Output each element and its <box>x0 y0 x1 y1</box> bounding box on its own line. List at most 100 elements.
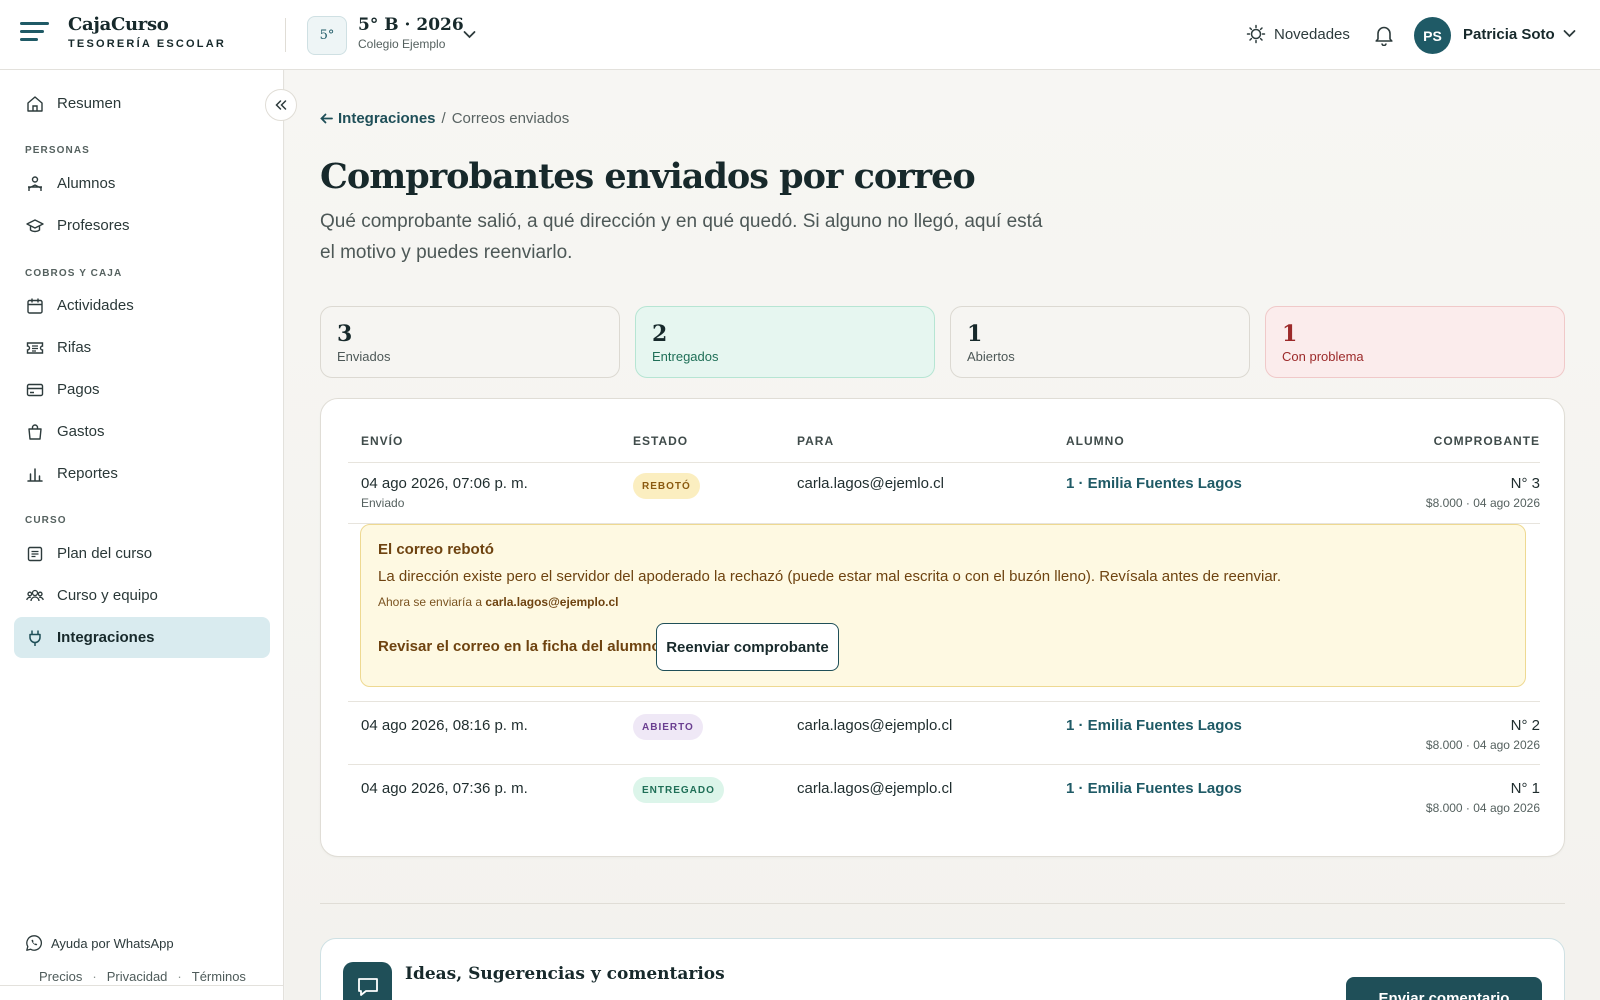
top-bar: CajaCurso TESORERÍA ESCOLAR 5° 5° B · 20… <box>0 0 1600 70</box>
course-school: Colegio Ejemplo <box>358 37 446 51</box>
user-name[interactable]: Patricia Soto <box>1463 26 1555 43</box>
row-student-link[interactable]: 1 · Emilia Fuentes Lagos <box>1066 475 1242 492</box>
sidebar-item-raffles[interactable]: Rifas <box>14 327 270 368</box>
sidebar-item-label: Reportes <box>57 465 118 482</box>
sidebar-item-payments[interactable]: Pagos <box>14 369 270 410</box>
double-chevron-left-icon <box>275 100 287 110</box>
sidebar-item-teachers[interactable]: Profesores <box>14 205 270 246</box>
home-icon <box>27 95 43 112</box>
menu-icon[interactable] <box>20 22 49 44</box>
alert-resend-email: carla.lagos@ejemplo.cl <box>485 595 619 609</box>
section-course: CURSO <box>25 515 67 526</box>
lightbulb-icon <box>1246 24 1266 44</box>
feedback-card: Ideas, Sugerencias y comentarios Enviar … <box>320 938 1565 1000</box>
chat-icon <box>343 962 392 1000</box>
brand-logo[interactable]: CajaCurso TESORERÍA ESCOLAR <box>68 14 226 50</box>
bar-chart-icon <box>27 467 43 482</box>
status-badge: ENTREGADO <box>633 777 724 803</box>
course-selector[interactable]: 5° B · 2026 Colegio Ejemplo <box>358 15 464 51</box>
students-icon <box>28 175 42 191</box>
row-sent-date: 04 ago 2026, 07:06 p. m. <box>361 475 528 492</box>
sidebar-item-summary[interactable]: Resumen <box>14 83 270 124</box>
breadcrumb-back-label: Integraciones <box>338 110 436 127</box>
sidebar-item-reports[interactable]: Reportes <box>14 453 270 494</box>
plug-icon <box>29 630 41 646</box>
stat-label: Enviados <box>337 349 391 364</box>
stat-value: 3 <box>337 321 353 347</box>
column-header-status: ESTADO <box>633 434 689 448</box>
status-badge: REBOTÓ <box>633 473 700 499</box>
news-button[interactable]: Novedades <box>1246 24 1350 44</box>
credit-card-icon <box>26 383 44 396</box>
chevron-down-icon[interactable] <box>463 30 476 39</box>
stat-label: Abiertos <box>967 349 1015 364</box>
breadcrumb-back-link[interactable]: Integraciones <box>320 110 436 127</box>
avatar[interactable]: PS <box>1414 17 1451 54</box>
section-people: PERSONAS <box>25 145 90 156</box>
status-badge: ABIERTO <box>633 714 703 740</box>
alert-resend-info: Ahora se enviaría a carla.lagos@ejemplo.… <box>378 595 619 609</box>
footer-link-privacy[interactable]: Privacidad <box>107 969 168 984</box>
footer-separator: · <box>92 969 97 984</box>
column-header-sent: ENVÍO <box>361 434 404 448</box>
sidebar-item-activities[interactable]: Actividades <box>14 285 270 326</box>
sidebar-item-label: Plan del curso <box>57 545 153 562</box>
row-recipient: carla.lagos@ejemplo.cl <box>797 717 953 734</box>
row-receipt-sub: $8.000 · 04 ago 2026 <box>1425 738 1540 752</box>
divider <box>0 985 284 986</box>
row-recipient: carla.lagos@ejemlo.cl <box>797 475 944 492</box>
row-receipt: N° 1 <box>1510 780 1540 797</box>
brand-subtitle: TESORERÍA ESCOLAR <box>68 38 227 50</box>
main-content: Integraciones / Correos enviados Comprob… <box>285 70 1600 1000</box>
bell-icon[interactable] <box>1374 24 1394 46</box>
sidebar-item-integrations[interactable]: Integraciones <box>14 617 270 658</box>
arrow-left-icon <box>320 113 333 124</box>
graduation-cap-icon <box>26 218 44 232</box>
row-student-link[interactable]: 1 · Emilia Fuentes Lagos <box>1066 780 1242 797</box>
chevron-down-icon[interactable] <box>1563 29 1576 38</box>
footer-separator: · <box>177 969 182 984</box>
stat-value: 1 <box>967 321 983 347</box>
stat-card-problem: 1 Con problema <box>1265 306 1565 378</box>
stat-label: Con problema <box>1282 349 1364 364</box>
sidebar-item-team[interactable]: Curso y equipo <box>14 575 270 616</box>
footer-links: Precios · Privacidad · Términos <box>39 969 246 984</box>
row-student-link[interactable]: 1 · Emilia Fuentes Lagos <box>1066 717 1242 734</box>
alert-title: El correo rebotó <box>378 541 494 558</box>
sidebar-item-label: Curso y equipo <box>57 587 158 604</box>
row-sent-date: 04 ago 2026, 07:36 p. m. <box>361 780 528 797</box>
row-sent-sub: Enviado <box>361 496 405 510</box>
sidebar-item-label: Rifas <box>57 339 92 356</box>
column-header-receipt: COMPROBANTE <box>1433 434 1540 448</box>
column-header-to: PARA <box>797 434 835 448</box>
course-title: 5° B · 2026 <box>358 15 464 35</box>
sidebar-item-expenses[interactable]: Gastos <box>14 411 270 452</box>
stat-value: 2 <box>652 321 668 347</box>
send-feedback-button[interactable]: Enviar comentario <box>1346 977 1542 1000</box>
bounce-alert: El correo rebotó La dirección existe per… <box>360 524 1526 687</box>
sidebar-item-label: Actividades <box>57 297 134 314</box>
stat-card-sent: 3 Enviados <box>320 306 620 378</box>
feedback-title: Ideas, Sugerencias y comentarios <box>405 964 725 984</box>
sidebar-item-plan[interactable]: Plan del curso <box>14 533 270 574</box>
sidebar-item-label: Pagos <box>57 381 100 398</box>
divider <box>348 462 1540 463</box>
review-email-link[interactable]: Revisar el correo en la ficha del alumno <box>378 638 661 655</box>
sidebar-item-label: Profesores <box>57 217 130 234</box>
sidebar-item-label: Alumnos <box>57 175 116 192</box>
resend-receipt-button[interactable]: Reenviar comprobante <box>656 623 839 671</box>
footer-link-terms[interactable]: Términos <box>192 969 246 984</box>
divider <box>285 18 286 52</box>
collapse-sidebar-button[interactable] <box>265 89 297 121</box>
row-sent-date: 04 ago 2026, 08:16 p. m. <box>361 717 528 734</box>
page-title: Comprobantes enviados por correo <box>320 156 976 197</box>
sidebar-item-students[interactable]: Alumnos <box>14 163 270 204</box>
footer-link-pricing[interactable]: Precios <box>39 969 82 984</box>
column-header-student: ALUMNO <box>1066 434 1125 448</box>
sidebar-item-label: Gastos <box>57 423 105 440</box>
alert-text: La dirección existe pero el servidor del… <box>378 568 1282 585</box>
breadcrumb: Integraciones / Correos enviados <box>320 110 569 127</box>
whatsapp-help-link[interactable]: Ayuda por WhatsApp <box>25 934 174 952</box>
sidebar: Resumen PERSONAS Alumnos Profesores COBR… <box>0 70 284 1000</box>
row-receipt-sub: $8.000 · 04 ago 2026 <box>1425 496 1540 510</box>
